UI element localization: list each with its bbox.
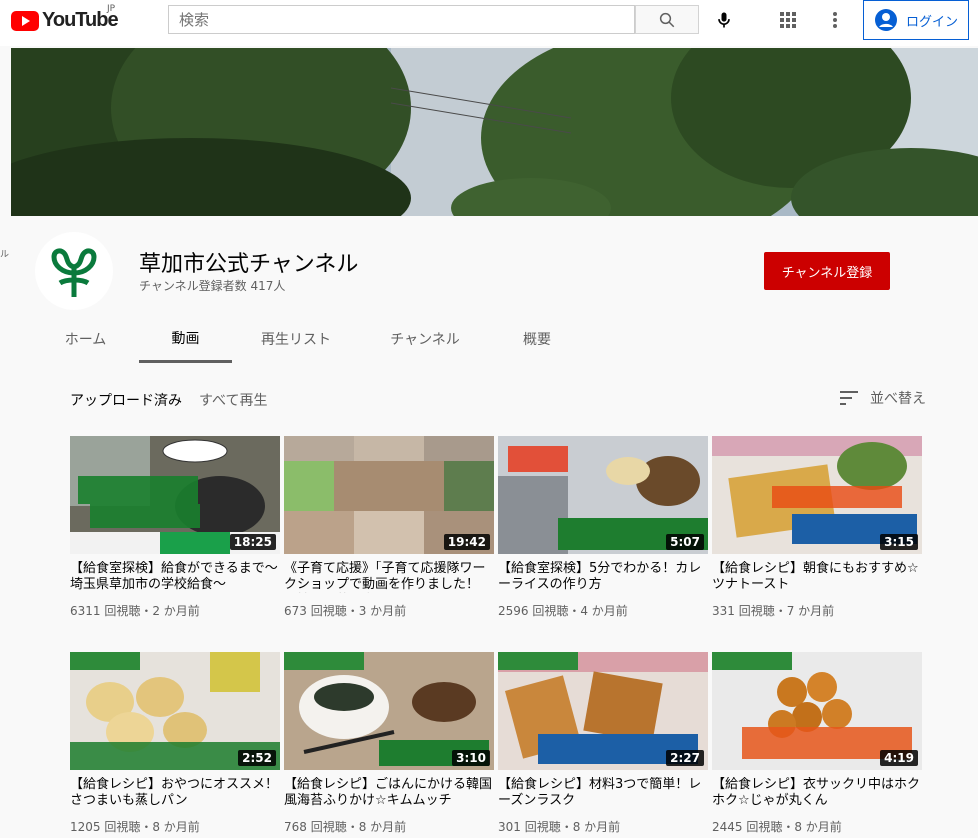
voice-search-button[interactable]: [712, 8, 736, 32]
masthead: YouTube JP ログイン: [0, 0, 978, 46]
tab-playlists[interactable]: 再生リスト: [251, 316, 341, 362]
video-title[interactable]: 【給食レシピ】おやつにオススメ！さつまいも蒸しパン: [70, 777, 280, 809]
video-title[interactable]: 【給食レシピ】材料3つで簡単！レーズンラスク: [498, 777, 708, 809]
video-title[interactable]: 【給食室探検】5分でわかる！カレーライスの作り方: [498, 561, 708, 593]
video-duration: 3:10: [452, 750, 490, 766]
banner-image: [11, 48, 978, 216]
channel-banner: [11, 48, 978, 216]
channel-name: 草加市公式チャンネル: [139, 252, 359, 277]
video-title[interactable]: 【給食レシピ】ごはんにかける韓国風海苔ふりかけ☆キムムッチ: [284, 777, 494, 809]
city-emblem-icon: [51, 248, 97, 297]
video-meta: 2596 回視聴・4 か月前: [498, 604, 628, 618]
play-all-link[interactable]: すべて再生: [199, 390, 267, 410]
video-thumbnail[interactable]: 19:42: [284, 436, 494, 554]
channel-avatar[interactable]: [35, 232, 113, 310]
subscriber-count: チャンネル登録者数 417人: [139, 279, 286, 293]
login-label: ログイン: [906, 14, 959, 30]
video-thumbnail[interactable]: 2:52: [70, 652, 280, 770]
video-title[interactable]: 【給食レシピ】朝食にもおすすめ☆ツナトースト: [712, 561, 922, 593]
video-title[interactable]: 【給食室探検】給食ができるまで〜埼玉県草加市の学校給食〜: [70, 561, 280, 593]
subscribe-button[interactable]: チャンネル登録: [764, 252, 890, 290]
sort-button[interactable]: 並べ替え: [840, 388, 926, 408]
video-meta: 1205 回視聴・8 か月前: [70, 820, 200, 834]
video-meta: 301 回視聴・8 か月前: [498, 820, 621, 834]
tab-channels[interactable]: チャンネル: [379, 316, 471, 362]
settings-menu-button[interactable]: [823, 8, 847, 32]
search-button[interactable]: [635, 5, 699, 34]
side-hint-text: ル: [0, 250, 10, 260]
video-duration: 3:15: [880, 534, 918, 550]
search-box[interactable]: [168, 5, 635, 34]
video-duration: 4:19: [880, 750, 918, 766]
video-card[interactable]: 3:10 【給食レシピ】ごはんにかける韓国風海苔ふりかけ☆キムムッチ 768 回…: [284, 652, 494, 835]
video-thumbnail[interactable]: 18:25: [70, 436, 280, 554]
search-icon: [659, 12, 675, 27]
youtube-logo[interactable]: YouTube: [11, 9, 119, 32]
apps-button[interactable]: [776, 8, 800, 32]
account-circle-icon: [875, 9, 897, 31]
video-duration: 18:25: [229, 534, 276, 550]
video-duration: 5:07: [666, 534, 704, 550]
video-card[interactable]: 18:25 【給食室探検】給食ができるまで〜埼玉県草加市の学校給食〜 6311 …: [70, 436, 280, 619]
video-card[interactable]: 2:52 【給食レシピ】おやつにオススメ！さつまいも蒸しパン 1205 回視聴・…: [70, 652, 280, 835]
sort-label: 並べ替え: [870, 391, 926, 407]
video-thumbnail[interactable]: 4:19: [712, 652, 922, 770]
video-thumbnail[interactable]: 2:27: [498, 652, 708, 770]
section-title: アップロード済み: [70, 393, 182, 409]
channel-tabs: ホーム 動画 再生リスト チャンネル 概要: [11, 316, 978, 364]
search-input[interactable]: [169, 6, 634, 33]
video-thumbnail[interactable]: 3:15: [712, 436, 922, 554]
video-meta: 2445 回視聴・8 か月前: [712, 820, 842, 834]
apps-grid-icon: [780, 12, 796, 28]
tab-videos[interactable]: 動画: [139, 316, 232, 363]
tab-home[interactable]: ホーム: [53, 316, 118, 362]
video-card[interactable]: 4:19 【給食レシピ】衣サックリ中はホクホク☆じゃが丸くん 2445 回視聴・…: [712, 652, 922, 835]
video-card[interactable]: 2:27 【給食レシピ】材料3つで簡単！レーズンラスク 301 回視聴・8 か月…: [498, 652, 708, 835]
video-meta: 673 回視聴・3 か月前: [284, 604, 407, 618]
video-meta: 331 回視聴・7 か月前: [712, 604, 835, 618]
video-title[interactable]: 《子育て応援》「子育て応援隊ワークショップで動画を作りました！《埼玉県草加市》: [284, 561, 494, 593]
videos-section: アップロード済み すべて再生 並べ替え 18:25 【給食室探検】給食ができるま…: [11, 364, 978, 838]
video-card[interactable]: 19:42 《子育て応援》「子育て応援隊ワークショップで動画を作りました！《埼玉…: [284, 436, 494, 619]
login-button[interactable]: ログイン: [863, 0, 969, 40]
video-card[interactable]: 5:07 【給食室探検】5分でわかる！カレーライスの作り方 2596 回視聴・4…: [498, 436, 708, 619]
video-title[interactable]: 【給食レシピ】衣サックリ中はホクホク☆じゃが丸くん: [712, 777, 922, 809]
video-duration: 19:42: [443, 534, 490, 550]
video-duration: 2:52: [238, 750, 276, 766]
region-label: JP: [107, 4, 116, 14]
video-thumbnail[interactable]: 3:10: [284, 652, 494, 770]
tab-about[interactable]: 概要: [506, 316, 568, 362]
video-duration: 2:27: [666, 750, 704, 766]
sort-icon: [840, 391, 858, 405]
video-thumbnail[interactable]: 5:07: [498, 436, 708, 554]
video-card[interactable]: 3:15 【給食レシピ】朝食にもおすすめ☆ツナトースト 331 回視聴・7 か月…: [712, 436, 922, 619]
video-meta: 6311 回視聴・2 か月前: [70, 604, 200, 618]
youtube-play-icon: [11, 10, 39, 31]
more-vert-icon: [833, 12, 837, 28]
microphone-icon: [718, 12, 730, 28]
video-meta: 768 回視聴・8 か月前: [284, 820, 407, 834]
